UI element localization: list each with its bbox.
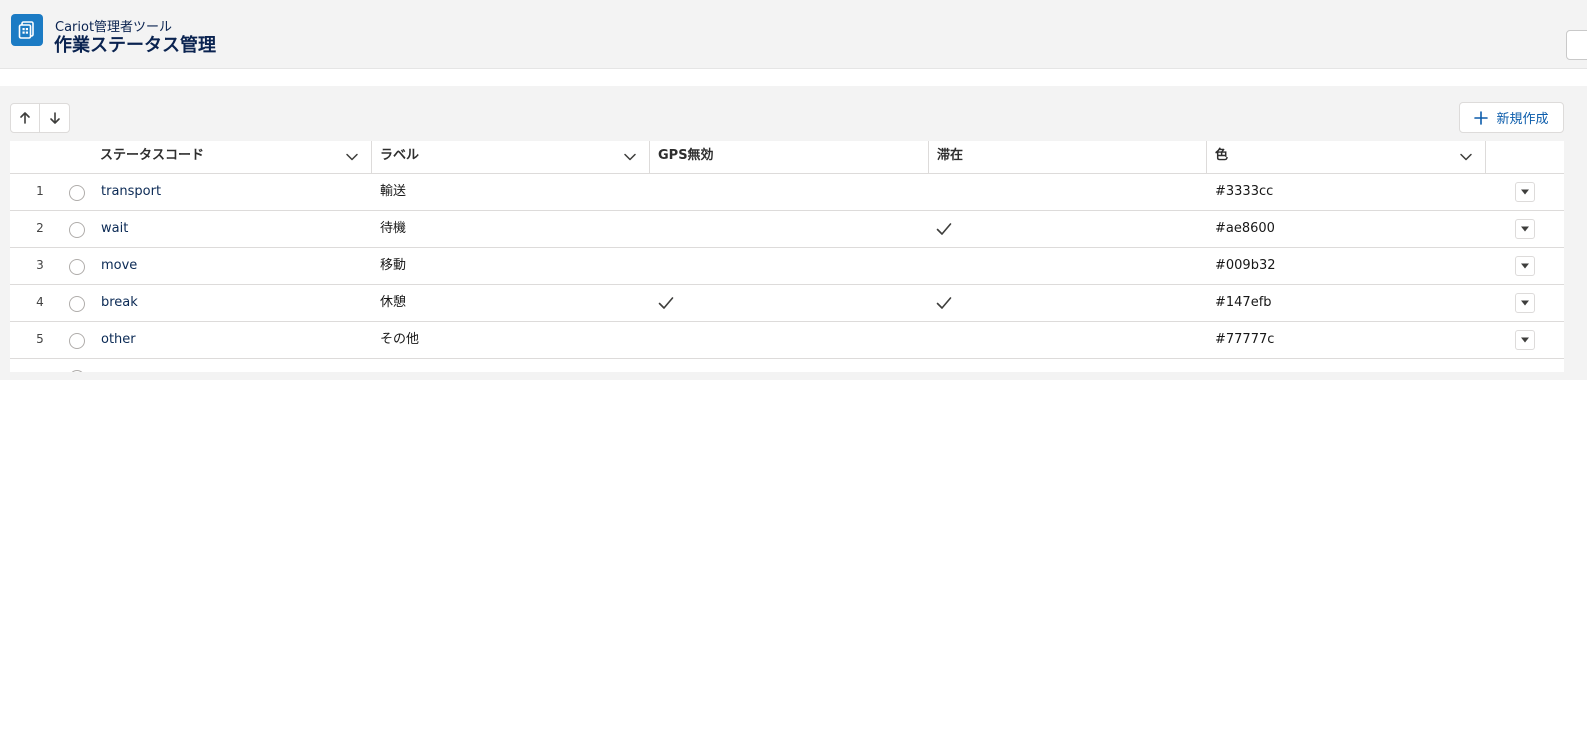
- row-number: 2: [36, 221, 44, 235]
- chevron-down-icon[interactable]: [1459, 150, 1473, 164]
- status-table: ステータスコード ラベル GPS無効 滞在 色 1 transport 輸送 #…: [10, 141, 1564, 372]
- caret-down-icon: [1521, 189, 1529, 195]
- row-action-menu-button[interactable]: [1515, 219, 1535, 239]
- caret-down-icon: [1521, 337, 1529, 343]
- caret-down-icon: [1521, 300, 1529, 306]
- check-icon: [658, 297, 674, 309]
- status-label: 輸送: [380, 184, 407, 199]
- move-down-button[interactable]: [40, 103, 70, 133]
- row-action-menu-button[interactable]: [1515, 182, 1535, 202]
- status-color: #009b32: [1215, 258, 1276, 273]
- status-code[interactable]: other: [101, 322, 136, 357]
- table-row: 2 wait 待機 #ae8600: [10, 211, 1564, 248]
- column-header-gps-label: GPS無効: [658, 148, 714, 163]
- arrow-down-icon: [49, 112, 60, 124]
- page-header: Cariot管理者ツール 作業ステータス管理: [0, 0, 1587, 69]
- row-number: 4: [36, 295, 44, 309]
- column-header-stay-label: 滞在: [937, 148, 964, 163]
- row-select-radio[interactable]: [69, 259, 85, 275]
- caret-down-icon: [1521, 263, 1529, 269]
- gps-disabled-check: [658, 296, 674, 314]
- new-button[interactable]: 新規作成: [1459, 102, 1564, 133]
- row-number: 3: [36, 258, 44, 272]
- row-number: 5: [36, 332, 44, 346]
- column-header-code[interactable]: ステータスコード: [92, 141, 372, 173]
- column-header-gps[interactable]: GPS無効: [650, 141, 929, 173]
- status-code[interactable]: break: [101, 285, 138, 320]
- column-header-actions: [1486, 141, 1564, 173]
- caret-down-icon: [1521, 226, 1529, 232]
- arrow-up-icon: [20, 112, 30, 124]
- column-header-color[interactable]: 色: [1207, 141, 1486, 173]
- table-row-partial: [10, 359, 1564, 372]
- stay-check: [936, 222, 952, 240]
- status-color: #3333cc: [1215, 184, 1274, 199]
- status-label: 移動: [380, 258, 407, 273]
- sort-button-group: [10, 103, 70, 133]
- utility-tab[interactable]: [1566, 30, 1587, 60]
- status-label: 休憩: [380, 295, 407, 310]
- status-color: #ae8600: [1215, 221, 1275, 236]
- table-header: ステータスコード ラベル GPS無効 滞在 色: [10, 141, 1564, 174]
- row-select-radio[interactable]: [69, 333, 85, 349]
- row-select-radio[interactable]: [69, 185, 85, 201]
- table-row: 1 transport 輸送 #3333cc: [10, 174, 1564, 211]
- status-color: #77777c: [1215, 332, 1275, 347]
- row-select-radio[interactable]: [69, 370, 85, 372]
- row-action-menu-button[interactable]: [1515, 293, 1535, 313]
- column-header-code-label: ステータスコード: [100, 148, 205, 163]
- page-title: 作業ステータス管理: [54, 35, 216, 56]
- row-action-menu-button[interactable]: [1515, 256, 1535, 276]
- chevron-down-icon[interactable]: [623, 150, 637, 164]
- status-code[interactable]: move: [101, 248, 137, 283]
- chevron-down-icon[interactable]: [345, 150, 359, 164]
- row-action-menu-button[interactable]: [1515, 330, 1535, 350]
- table-row: 4 break 休憩 #147efb: [10, 285, 1564, 322]
- stay-check: [936, 296, 952, 314]
- app-grid-icon: [11, 14, 43, 46]
- list-panel: 新規作成 ステータスコード ラベル GPS無効 滞在 色 1 transport…: [0, 86, 1587, 380]
- move-up-button[interactable]: [10, 103, 40, 133]
- row-number: 1: [36, 184, 44, 198]
- row-select-radio[interactable]: [69, 222, 85, 238]
- table-row: 5 other その他 #77777c: [10, 322, 1564, 359]
- status-code[interactable]: wait: [101, 211, 128, 246]
- status-color: #147efb: [1215, 295, 1272, 310]
- status-code[interactable]: transport: [101, 174, 161, 209]
- column-header-color-label: 色: [1215, 148, 1229, 163]
- status-label: その他: [380, 332, 420, 347]
- new-button-label: 新規作成: [1496, 112, 1549, 127]
- row-select-radio[interactable]: [69, 296, 85, 312]
- plus-icon: [1474, 110, 1489, 125]
- column-header-label[interactable]: ラベル: [372, 141, 650, 173]
- header-spacer: [10, 141, 92, 173]
- check-icon: [936, 297, 952, 309]
- status-label: 待機: [380, 221, 407, 236]
- column-header-label-label: ラベル: [380, 148, 420, 163]
- column-header-stay[interactable]: 滞在: [929, 141, 1207, 173]
- check-icon: [936, 223, 952, 235]
- table-row: 3 move 移動 #009b32: [10, 248, 1564, 285]
